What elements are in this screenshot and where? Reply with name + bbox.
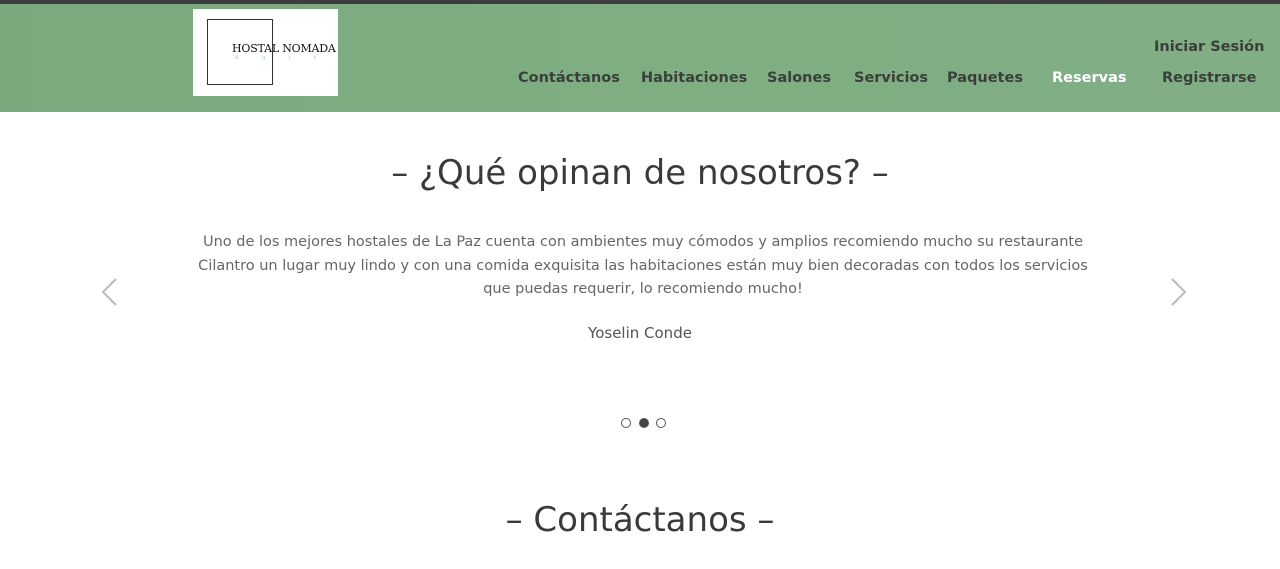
testimonials-heading: – ¿Qué opinan de nosotros? – — [391, 153, 889, 193]
login-link[interactable]: Iniciar Sesión — [1154, 39, 1264, 55]
carousel-dot-3[interactable] — [656, 418, 666, 428]
carousel-prev-button[interactable] — [98, 276, 122, 308]
nav-item-reservas[interactable]: Reservas — [1052, 70, 1126, 86]
carousel-dot-2[interactable] — [639, 418, 649, 428]
logo[interactable]: HOSTAL NOMADA S u i t e s — [193, 9, 369, 96]
chevron-right-icon — [1171, 278, 1187, 306]
nav-item-salones[interactable]: Salones — [767, 70, 831, 86]
nav-item-paquetes[interactable]: Paquetes — [947, 70, 1023, 86]
contact-heading: – Contáctanos – — [505, 500, 775, 540]
site-header: HOSTAL NOMADA S u i t e s Iniciar Sesión… — [0, 4, 1280, 112]
testimonial-text: Uno de los mejores hostales de La Paz cu… — [198, 234, 1088, 297]
nav-item-registrarse[interactable]: Registrarse — [1162, 70, 1256, 86]
carousel-dot-1[interactable] — [621, 418, 631, 428]
carousel-indicators — [619, 417, 669, 431]
logo-subtitle: S u i t e s — [235, 55, 380, 61]
nav-item-servicios[interactable]: Servicios — [854, 70, 928, 86]
testimonial-author: Yoselin Conde — [588, 324, 692, 342]
chevron-left-icon — [101, 278, 117, 306]
logo-title: HOSTAL NOMADA — [232, 42, 336, 55]
nav-item-habitaciones[interactable]: Habitaciones — [641, 70, 747, 86]
nav-item-contactanos[interactable]: Contáctanos — [518, 70, 620, 86]
carousel-next-button[interactable] — [1166, 276, 1190, 308]
